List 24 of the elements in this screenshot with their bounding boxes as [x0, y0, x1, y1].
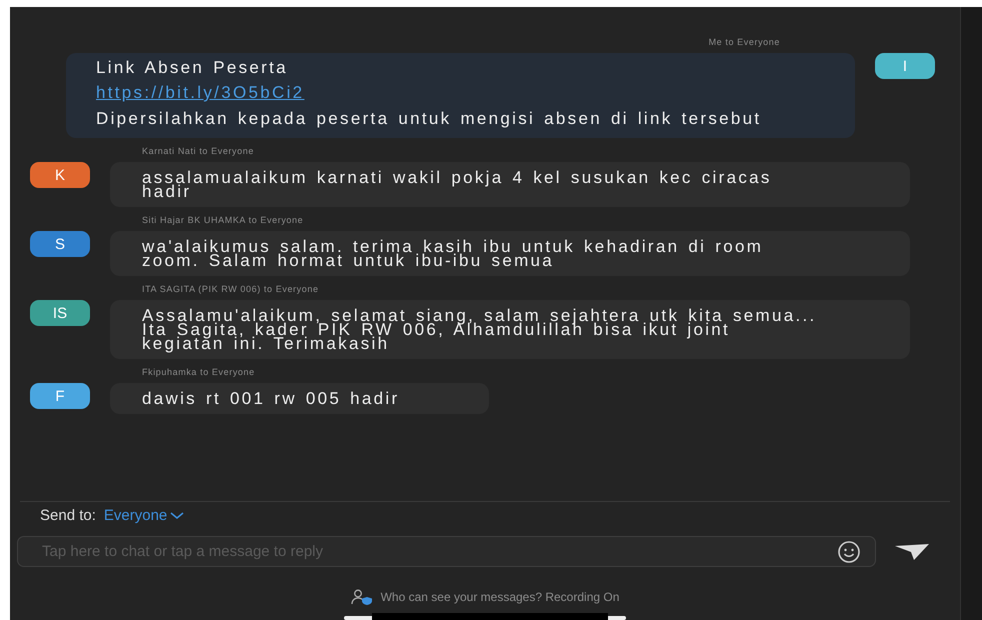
- message-text: Dipersilahkan kepada peserta untuk mengisi absen di link tersebut: [96, 112, 762, 126]
- message-sender: Me to Everyone: [708, 37, 780, 47]
- message-sender: ITA SAGITA (PIK RW 006) to Everyone: [142, 284, 320, 294]
- message-sender: Siti Hajar BK UHAMKA to Everyone: [142, 215, 304, 225]
- emoji-icon[interactable]: [837, 540, 861, 564]
- people-shield-icon: [350, 589, 373, 605]
- recipient-dropdown[interactable]: Everyone: [104, 507, 184, 524]
- send-icon[interactable]: [894, 542, 930, 560]
- avatar: K: [30, 162, 90, 188]
- message-sender: Karnati Nati to Everyone: [142, 146, 255, 156]
- message-text: wa'alaikumus salam. terima kasih ibu untuk kehadiran di room zoom. Salam hormat untuk ibu-ibu semua: [142, 240, 764, 268]
- chevron-down-icon: [170, 512, 184, 520]
- message-link[interactable]: https://bit.ly/3O5bCi2: [96, 86, 765, 100]
- message-text: Assalamu'alaikum, selamat siang, salam sejahtera utk kita semua... Ita Sagita, kader PIK RW 006, Alhamdulillah bisa ikut joint kegiatan ini. Terimakasih: [142, 309, 818, 351]
- avatar: IS: [30, 300, 90, 326]
- avatar: S: [30, 231, 90, 257]
- message-text: dawis rt 001 rw 005 hadir: [142, 392, 400, 406]
- avatar: I: [875, 53, 935, 79]
- message-text: assalamualaikum karnati wakil pokja 4 kel susukan kec ciracas hadir: [142, 171, 773, 199]
- message-sender: Fkipuhamka to Everyone: [142, 367, 256, 377]
- avatar: F: [30, 383, 90, 409]
- privacy-note[interactable]: Who can see your messages? Recording On: [380, 590, 620, 604]
- send-to-label: Send to:: [40, 507, 96, 524]
- message-text: Link Absen Peserta: [96, 61, 289, 75]
